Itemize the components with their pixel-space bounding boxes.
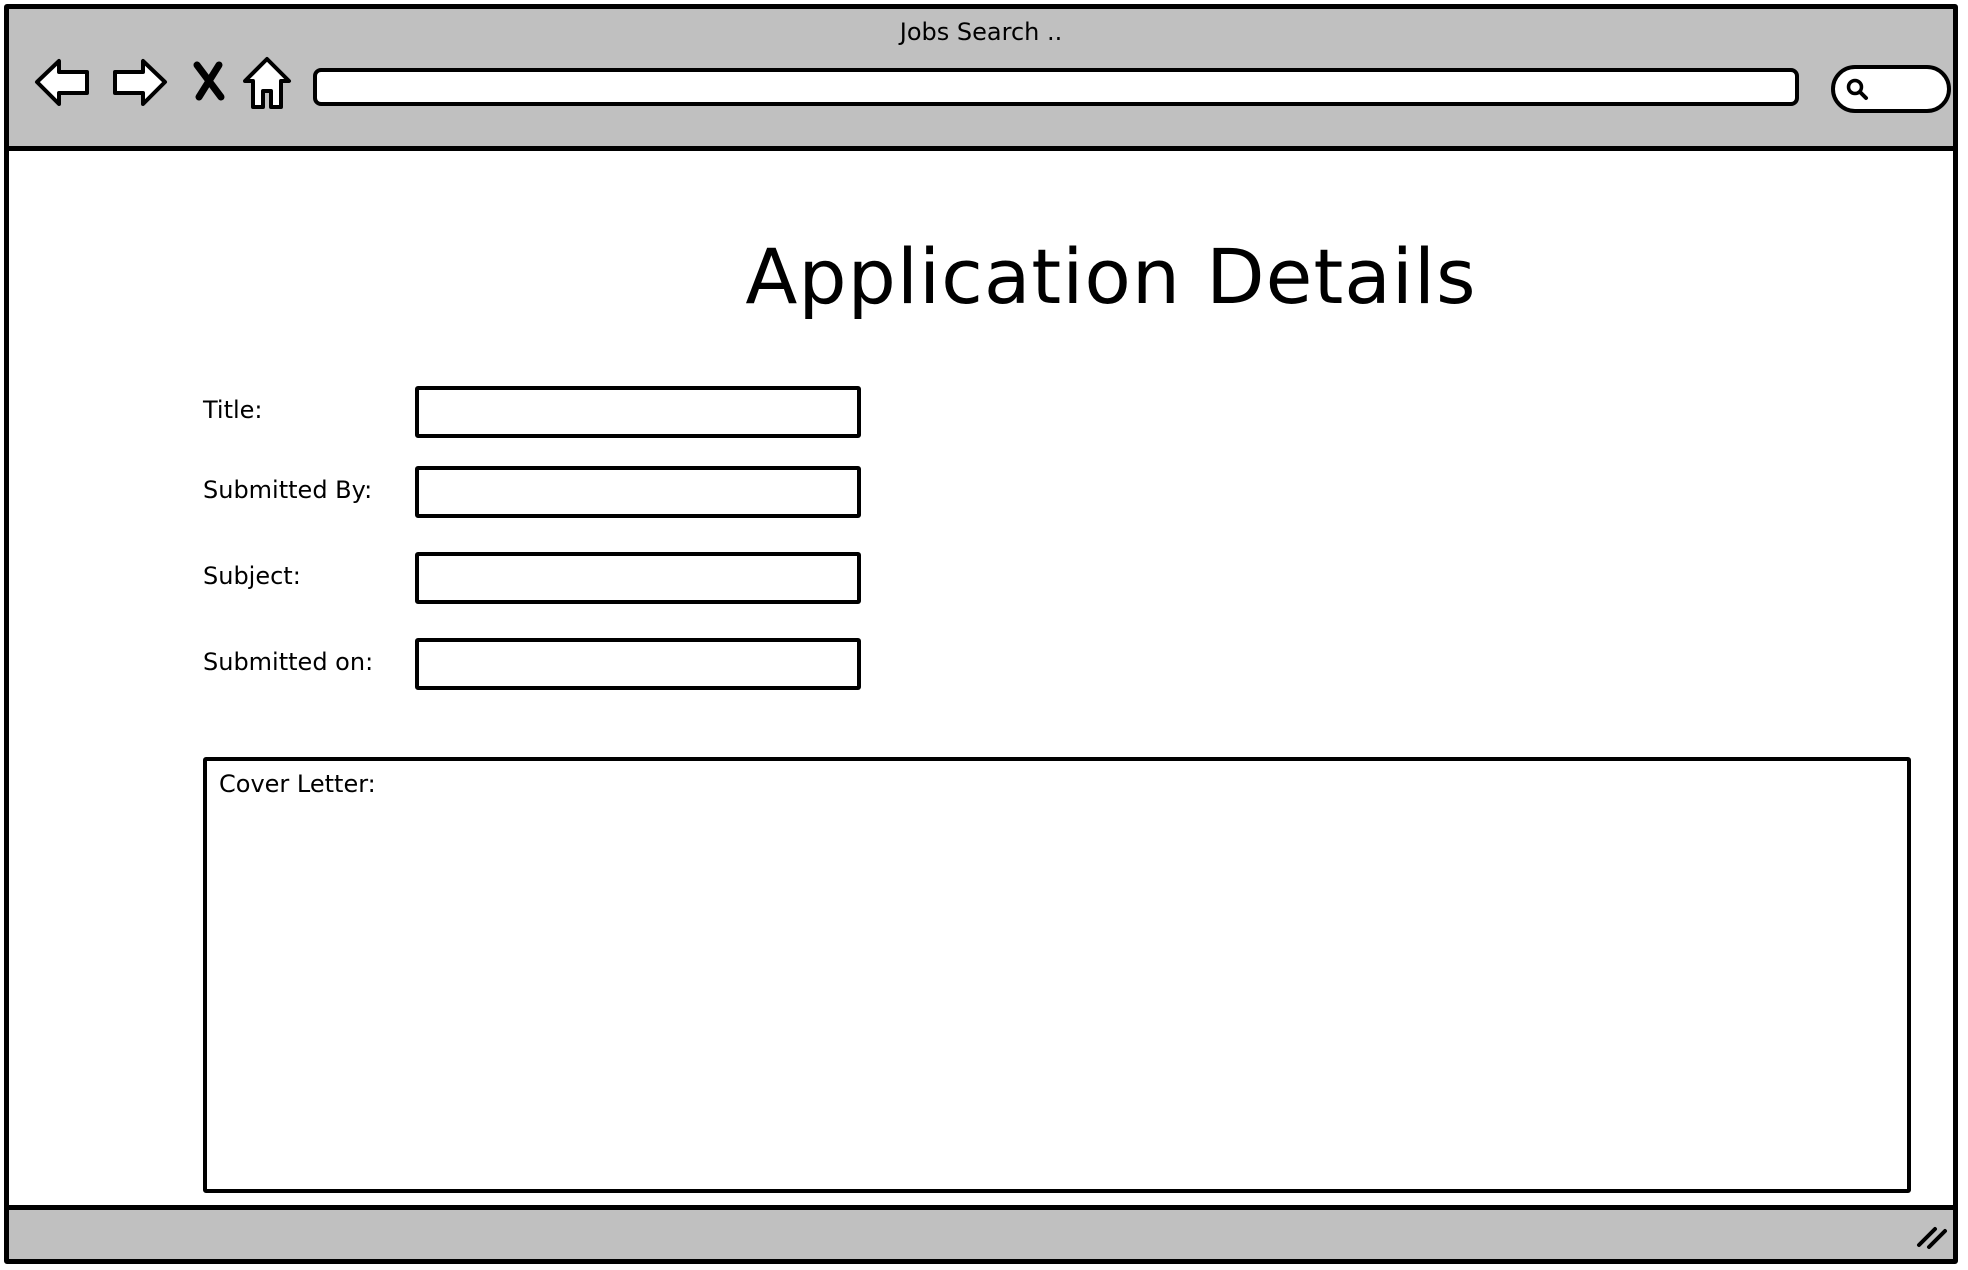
subject-label: Subject: — [203, 562, 301, 590]
submitted-on-field[interactable] — [415, 638, 861, 690]
resize-grip-icon[interactable] — [1913, 1215, 1949, 1255]
title-label: Title: — [203, 396, 263, 424]
address-bar[interactable] — [313, 68, 1799, 106]
page-title: Application Details — [745, 232, 1477, 321]
home-icon[interactable] — [241, 51, 293, 113]
status-bar — [9, 1205, 1953, 1259]
search-box[interactable] — [1831, 65, 1951, 113]
search-icon — [1845, 77, 1871, 107]
close-icon[interactable] — [189, 51, 229, 113]
submitted-by-label: Submitted By: — [203, 476, 373, 504]
cover-letter-label: Cover Letter: — [219, 770, 376, 798]
back-arrow-icon[interactable] — [33, 51, 93, 113]
browser-window: Jobs Search .. Application Details Title… — [4, 4, 1958, 1264]
window-title: Jobs Search .. — [899, 18, 1063, 46]
submitted-by-field[interactable] — [415, 466, 861, 518]
title-field[interactable] — [415, 386, 861, 438]
subject-field[interactable] — [415, 552, 861, 604]
browser-toolbar: Jobs Search .. — [9, 9, 1953, 151]
submitted-on-label: Submitted on: — [203, 648, 374, 676]
cover-letter-textarea[interactable]: Cover Letter: — [203, 757, 1911, 1193]
forward-arrow-icon[interactable] — [109, 51, 169, 113]
